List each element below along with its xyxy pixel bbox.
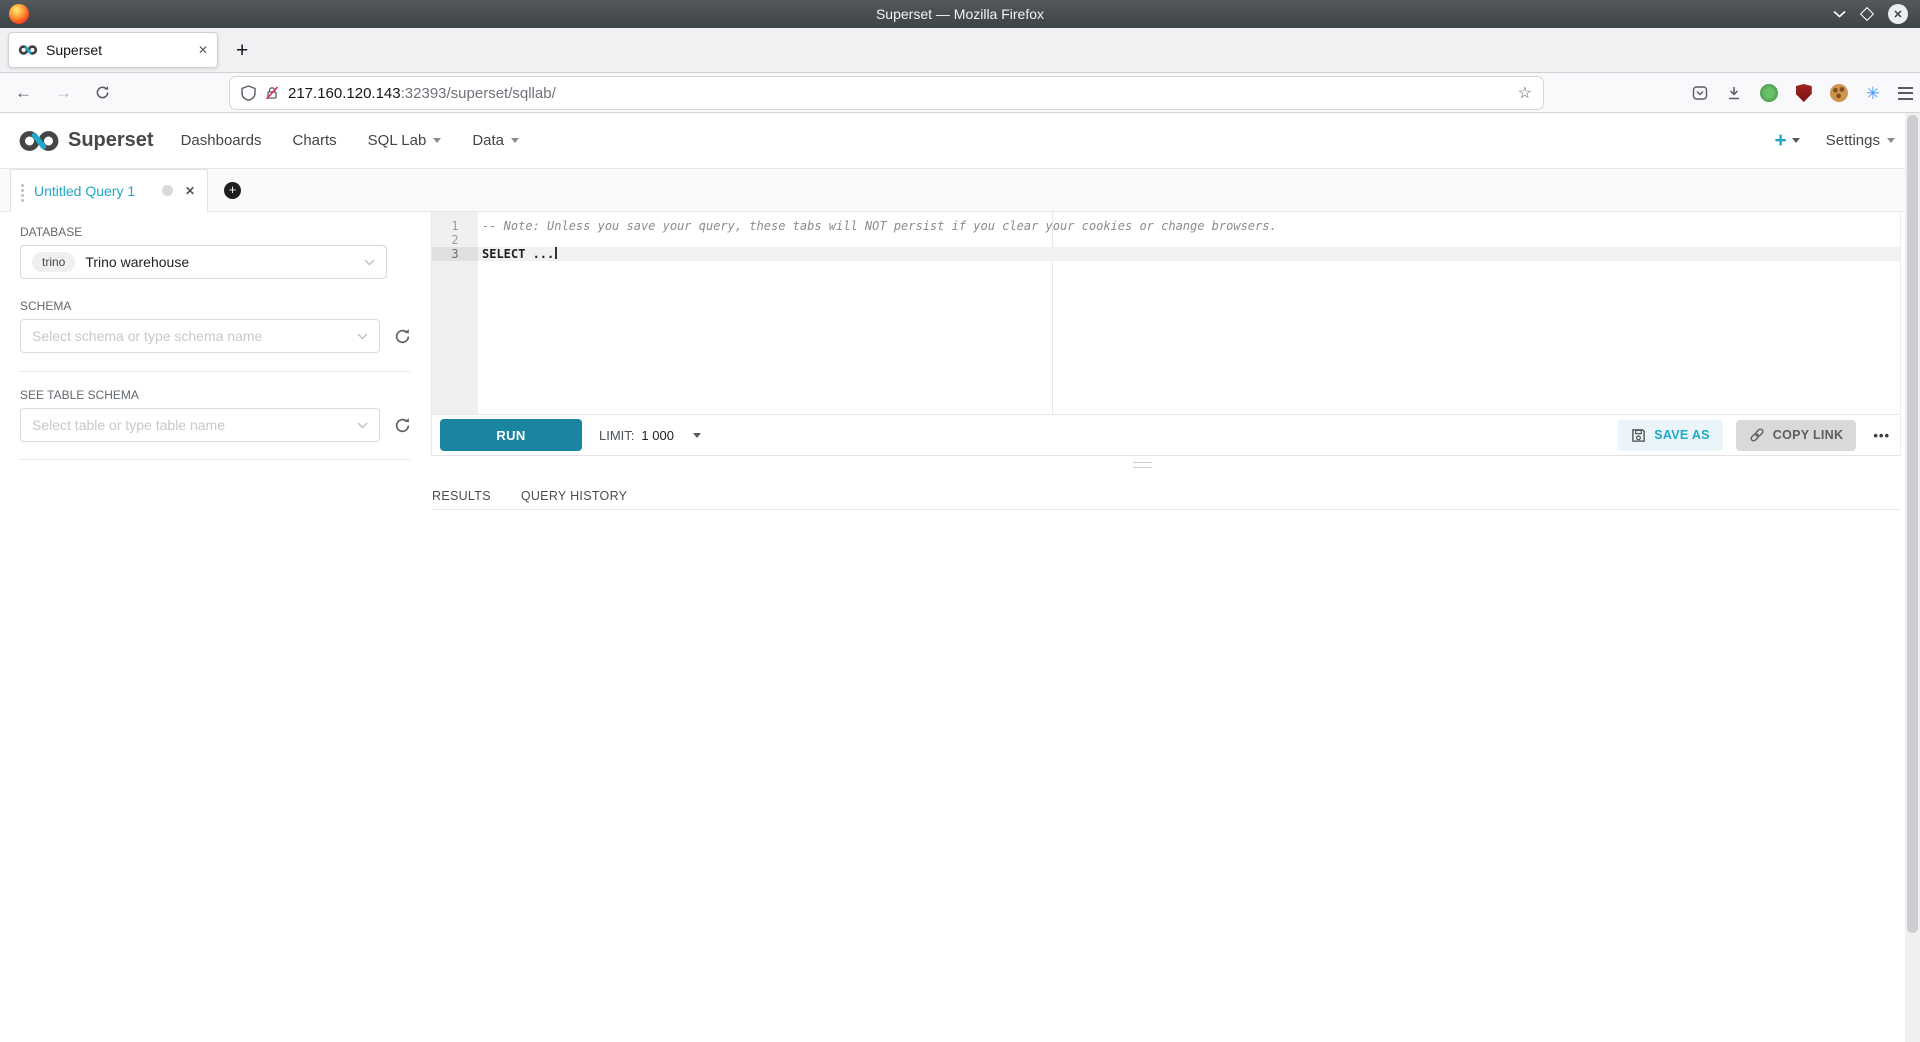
- downloads-icon[interactable]: [1726, 85, 1742, 101]
- chevron-down-icon: [364, 259, 375, 266]
- superset-logo-icon: [17, 126, 61, 156]
- reload-icon[interactable]: [95, 85, 110, 100]
- editor-line: 1 -- Note: Unless you save your query, t…: [432, 219, 1900, 233]
- window-titlebar: Superset — Mozilla Firefox ✕: [0, 0, 1920, 28]
- editor-column: 1 -- Note: Unless you save your query, t…: [432, 212, 1901, 456]
- url-bar[interactable]: 217.160.120.143:32393/superset/sqllab/ ☆: [230, 77, 1543, 109]
- caret-down-icon: [693, 433, 701, 438]
- url-text[interactable]: 217.160.120.143:32393/superset/sqllab/: [288, 85, 1509, 102]
- caret-down-icon: [1887, 138, 1895, 143]
- extension-burst-icon[interactable]: ✳: [1866, 85, 1880, 102]
- query-tab-bar: Untitled Query 1 ✕ +: [0, 169, 1920, 212]
- save-icon: [1631, 428, 1646, 443]
- shield-icon[interactable]: [241, 85, 256, 101]
- sql-lab-upper: DATABASE trino Trino warehouse SCHEMA Se…: [0, 212, 1901, 456]
- schema-placeholder: Select schema or type schema name: [32, 328, 357, 344]
- tab-query-history[interactable]: QUERY HISTORY: [521, 489, 627, 503]
- forward-icon[interactable]: →: [55, 83, 72, 103]
- sql-editor[interactable]: 1 -- Note: Unless you save your query, t…: [432, 212, 1900, 414]
- refresh-tables-icon[interactable]: [394, 417, 411, 434]
- database-engine-badge: trino: [32, 252, 75, 272]
- database-select[interactable]: trino Trino warehouse: [20, 245, 387, 279]
- copy-link-button[interactable]: COPY LINK: [1736, 420, 1857, 451]
- menu-hamburger-icon[interactable]: [1898, 87, 1913, 100]
- add-new-button[interactable]: +: [1775, 130, 1800, 151]
- sidebar-divider: [20, 371, 411, 372]
- new-tab-button[interactable]: +: [236, 40, 248, 61]
- nav-item-data[interactable]: Data: [472, 132, 519, 149]
- firefox-icon: [9, 4, 29, 24]
- url-host: 217.160.120.143: [288, 85, 401, 102]
- chevron-down-icon: [357, 333, 368, 340]
- query-tab-label: Untitled Query 1: [34, 183, 154, 199]
- superset-favicon-icon: [18, 43, 38, 57]
- nav-item-dashboards[interactable]: Dashboards: [181, 132, 262, 149]
- browser-toolbar: ← → 217.160.120.143:32393/superset/sqlla…: [0, 73, 1920, 113]
- screen: Superset — Mozilla Firefox ✕ Superset ✕ …: [0, 0, 1920, 1042]
- window-title: Superset — Mozilla Firefox: [0, 6, 1920, 22]
- browser-tab-title: Superset: [46, 42, 190, 58]
- south-pane-divider: [432, 509, 1901, 510]
- superset-navbar: Superset Dashboards Charts SQL Lab Data …: [0, 113, 1920, 169]
- back-icon[interactable]: ←: [15, 83, 32, 103]
- url-path: :32393/superset/sqllab/: [401, 85, 556, 102]
- caret-down-icon: [1792, 138, 1800, 143]
- caret-down-icon: [433, 138, 441, 143]
- text-cursor: [555, 247, 557, 259]
- chevron-down-icon: [357, 422, 368, 429]
- splitter-grip-icon[interactable]: [1133, 462, 1152, 468]
- sql-toolbar: RUN LIMIT: 1 000 SAVE AS: [432, 414, 1900, 456]
- cookie-extension-icon[interactable]: [1830, 84, 1848, 102]
- table-placeholder: Select table or type table name: [32, 417, 357, 433]
- window-maximize-icon[interactable]: [1860, 7, 1874, 21]
- south-pane-tabs: RESULTS QUERY HISTORY: [432, 482, 1901, 509]
- tab-results[interactable]: RESULTS: [432, 489, 491, 503]
- brand-name: Superset: [68, 129, 154, 152]
- link-icon: [1749, 427, 1765, 443]
- nav-item-charts[interactable]: Charts: [292, 132, 336, 149]
- run-button[interactable]: RUN: [440, 419, 582, 451]
- editor-line-active: 3 SELECT ...: [432, 247, 1900, 261]
- limit-dropdown[interactable]: LIMIT: 1 000: [599, 428, 701, 443]
- database-label: DATABASE: [20, 225, 411, 239]
- privacy-extension-icon[interactable]: [1760, 84, 1778, 102]
- browser-tab[interactable]: Superset ✕: [8, 32, 218, 68]
- insecure-lock-icon[interactable]: [265, 86, 279, 100]
- more-options-icon[interactable]: •••: [1869, 428, 1894, 443]
- database-value: Trino warehouse: [85, 254, 364, 270]
- query-tab-close-icon[interactable]: ✕: [185, 184, 195, 198]
- window-close-icon[interactable]: ✕: [1888, 4, 1908, 24]
- caret-down-icon: [511, 138, 519, 143]
- table-schema-label: SEE TABLE SCHEMA: [20, 388, 411, 402]
- editor-line: 2: [432, 233, 1900, 247]
- schema-label: SCHEMA: [20, 299, 411, 313]
- pane-splitter[interactable]: [0, 456, 1901, 482]
- refresh-schemas-icon[interactable]: [394, 328, 411, 345]
- browser-tabstrip: Superset ✕ +: [0, 28, 1920, 73]
- settings-menu[interactable]: Settings: [1826, 132, 1895, 149]
- query-status-dot: [162, 185, 173, 196]
- table-select[interactable]: Select table or type table name: [20, 408, 380, 442]
- ublock-origin-icon[interactable]: [1796, 84, 1812, 102]
- add-query-tab-button[interactable]: +: [224, 182, 241, 199]
- window-minimize-icon[interactable]: [1833, 10, 1846, 18]
- nav-item-sql-lab[interactable]: SQL Lab: [368, 132, 442, 149]
- scrollbar-thumb[interactable]: [1907, 115, 1918, 933]
- drag-handle-icon[interactable]: [21, 189, 24, 192]
- scrollbar[interactable]: [1905, 113, 1920, 1042]
- bookmark-star-icon[interactable]: ☆: [1518, 83, 1532, 103]
- browser-tab-close-icon[interactable]: ✕: [198, 43, 208, 57]
- sql-lab-sidebar: DATABASE trino Trino warehouse SCHEMA Se…: [0, 212, 432, 456]
- schema-select[interactable]: Select schema or type schema name: [20, 319, 380, 353]
- save-as-button[interactable]: SAVE AS: [1618, 420, 1723, 451]
- superset-brand[interactable]: Superset: [17, 126, 154, 156]
- query-tab-active[interactable]: Untitled Query 1 ✕: [10, 169, 208, 212]
- pocket-icon[interactable]: [1692, 85, 1708, 101]
